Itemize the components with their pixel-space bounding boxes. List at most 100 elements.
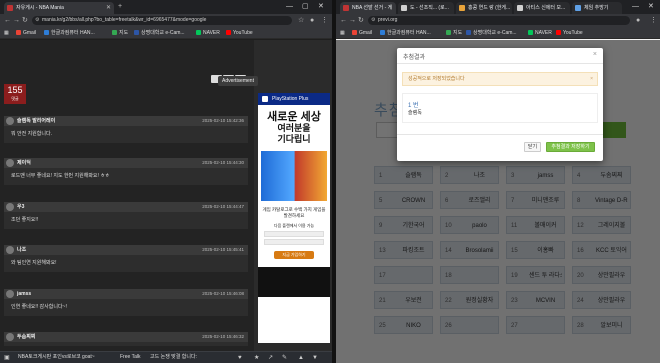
- url-text: previ.org: [378, 17, 398, 23]
- comment: 나조 2025-02-10 15:45:41 와 팀인연 지원해봐요!: [4, 245, 248, 272]
- url-field[interactable]: ⚙ previ.org: [368, 16, 630, 25]
- comment-text: 뭐 안전 지원합니다.: [11, 131, 52, 137]
- comment-author[interactable]: 우3: [17, 202, 24, 212]
- bookmark-maps[interactable]: 지도: [446, 29, 462, 37]
- menu-icon[interactable]: ⋮: [321, 16, 328, 25]
- maps-icon: [112, 30, 117, 36]
- naver-icon: [196, 30, 201, 36]
- bookmarks-bar: ▦ Gmail 한글과컴퓨터 HAN... 지도 상명대학교 e-Cam... …: [336, 27, 660, 39]
- tab-strip: 자유게시 - NBA Mania ✕ + — ▢ ✕: [0, 0, 332, 14]
- comment-text: 와 팀인연 지원해봐요!: [11, 260, 57, 266]
- heart-icon[interactable]: ♥: [238, 355, 242, 361]
- playstation-ad[interactable]: PlayStation Plus 새로운 세상 여러분을 기다립니 게임 카탈로…: [258, 93, 330, 343]
- window-close-icon[interactable]: ✕: [648, 2, 654, 12]
- comment-author[interactable]: jamss: [17, 289, 31, 299]
- comment-count-number: 155: [7, 85, 23, 95]
- minimize-icon[interactable]: —: [632, 2, 639, 12]
- bookmark-youtube[interactable]: YouTube: [556, 29, 583, 37]
- smu-icon: [134, 30, 139, 36]
- comment-author[interactable]: 슬램독 발리어레이: [17, 116, 55, 126]
- back-icon[interactable]: ←: [340, 16, 347, 25]
- ad-headline-2: 여러분을: [277, 123, 311, 133]
- comment-author[interactable]: 두솜찌찌: [17, 332, 35, 342]
- result-modal: 추첨결과 × 성공적으로 저장되었습니다 × 1 번 슬램독 닫기 추첨결과 저…: [397, 48, 603, 161]
- comment-author[interactable]: 나조: [17, 245, 26, 255]
- taskbar-item[interactable]: 고드 논쟁 맞결 합니다:: [150, 352, 197, 363]
- maps-icon: [446, 30, 451, 36]
- ad-cta-button[interactable]: 지금 가입하기: [274, 251, 314, 259]
- tab[interactable]: 체임 추방기: [572, 2, 622, 14]
- comment-text: 조던 좋지요!!: [11, 217, 39, 223]
- reload-icon[interactable]: ↻: [22, 16, 28, 25]
- screen: 자유게시 - NBA Mania ✕ + — ▢ ✕ ← → ↻ ⚙ mania…: [0, 0, 660, 363]
- page-content: Advertisement 155 댓글 슬램독 발리어레이 2025-02-10…: [0, 40, 332, 351]
- comment-text: 로드맨 너무 좋네요! 지도 한번 지원해봐요! ㅎㅎ: [11, 173, 110, 179]
- url-text: mania.kr/g2/bbs/all.php?bo_table=freetal…: [42, 17, 207, 23]
- share-icon[interactable]: ↗: [268, 355, 273, 361]
- comment: 제이딕 2025-02-10 15:44:30 로드맨 너무 좋네요! 지도 한번…: [4, 158, 248, 185]
- minimize-icon[interactable]: —: [286, 2, 293, 12]
- alert-close-icon[interactable]: ×: [590, 73, 593, 85]
- star-icon[interactable]: ★: [254, 355, 259, 361]
- comment: 슬램독 발리어레이 2025-02-10 15:42:36 뭐 안전 지원합니다.: [4, 116, 248, 143]
- tab-title: 자유게시 - NBA Mania: [16, 5, 64, 11]
- save-result-button[interactable]: 추첨결과 저장하기: [546, 142, 595, 152]
- tab[interactable]: 홍콩 연드 랑 (한게...: [456, 2, 512, 14]
- bookmark-smu[interactable]: 상명대학교 e-Cam...: [134, 29, 185, 37]
- modal-close-icon[interactable]: ×: [593, 51, 597, 58]
- smu-icon: [466, 30, 471, 36]
- new-tab-icon[interactable]: +: [118, 2, 122, 11]
- comment-date: 2025-02-10 15:45:41: [202, 247, 244, 252]
- bookmark-maps[interactable]: 지도: [112, 29, 128, 37]
- plan-option: [264, 231, 324, 237]
- favicon: [517, 5, 523, 11]
- menu-icon[interactable]: ⋮: [650, 16, 657, 25]
- apps-icon[interactable]: ▦: [4, 29, 9, 37]
- success-alert: 성공적으로 저장되었습니다 ×: [402, 72, 598, 86]
- bookmark-hancom[interactable]: 한글과컴퓨터 HAN...: [44, 29, 95, 37]
- bookmark-hancom[interactable]: 한글과컴퓨터 HAN...: [380, 29, 431, 37]
- bookmark-naver[interactable]: NAVER: [196, 29, 220, 37]
- back-icon[interactable]: ←: [4, 16, 11, 25]
- ad-headline-3: 기다립니: [277, 134, 311, 144]
- extensions-icon[interactable]: ☆: [298, 16, 304, 25]
- site-info-icon: ⚙: [35, 17, 40, 23]
- avatar: [6, 290, 14, 298]
- profile-icon[interactable]: ●: [310, 16, 314, 25]
- comment-author[interactable]: 제이딕: [17, 158, 31, 168]
- comment-text: 인연 좋네요!! 감사합니다~!: [11, 304, 67, 310]
- forward-icon[interactable]: →: [349, 16, 356, 25]
- modal-title: 추첨결과: [403, 55, 426, 61]
- bookmark-youtube[interactable]: YouTube: [226, 29, 253, 37]
- bookmarks-bar: ▦ Gmail 한글과컴퓨터 HAN... 지도 상명대학교 e-Cam... …: [0, 27, 332, 39]
- bookmark-gmail[interactable]: Gmail: [16, 29, 36, 37]
- up-icon[interactable]: ▲: [298, 355, 304, 361]
- bookmark-smu[interactable]: 상명대학교 e-Cam...: [466, 29, 517, 37]
- tab[interactable]: NBA 선발 선거 - 게: [340, 2, 396, 14]
- profile-icon[interactable]: ●: [636, 16, 640, 25]
- window-close-icon[interactable]: ✕: [318, 2, 324, 12]
- nba-mania-favicon: [7, 5, 13, 11]
- taskbar: ▣ NBA토크게시판 포인vs로브코 goat~ Free Talk 고드 논쟁…: [0, 351, 332, 363]
- forward-icon[interactable]: →: [13, 16, 20, 25]
- maximize-icon[interactable]: ▢: [302, 2, 309, 12]
- taskbar-item[interactable]: Free Talk: [120, 352, 140, 363]
- tab[interactable]: 아티스 신에터 모...: [514, 2, 570, 14]
- windows-icon[interactable]: ▣: [4, 355, 10, 361]
- comment-count-badge: 155 댓글: [4, 84, 26, 104]
- reload-icon[interactable]: ↻: [358, 16, 364, 25]
- taskbar-item[interactable]: NBA토크게시판 포인vs로브코 goat~: [18, 352, 95, 363]
- down-icon[interactable]: ▼: [312, 355, 318, 361]
- url-field[interactable]: ⚙ mania.kr/g2/bbs/all.php?bo_table=freet…: [32, 16, 292, 25]
- close-icon[interactable]: ✕: [106, 2, 111, 14]
- naver-icon: [528, 30, 533, 36]
- bookmark-gmail[interactable]: Gmail: [352, 29, 372, 37]
- bookmark-naver[interactable]: NAVER: [528, 29, 552, 37]
- divider: [397, 63, 603, 64]
- apps-icon[interactable]: ▦: [340, 29, 345, 37]
- tab[interactable]: 도 - 선조직... (로...: [398, 2, 454, 14]
- close-button[interactable]: 닫기: [524, 142, 541, 152]
- tab-nba-mania[interactable]: 자유게시 - NBA Mania ✕: [4, 2, 114, 14]
- wrench-icon[interactable]: ✎: [282, 355, 287, 361]
- advertisement-tooltip: Advertisement: [218, 76, 258, 86]
